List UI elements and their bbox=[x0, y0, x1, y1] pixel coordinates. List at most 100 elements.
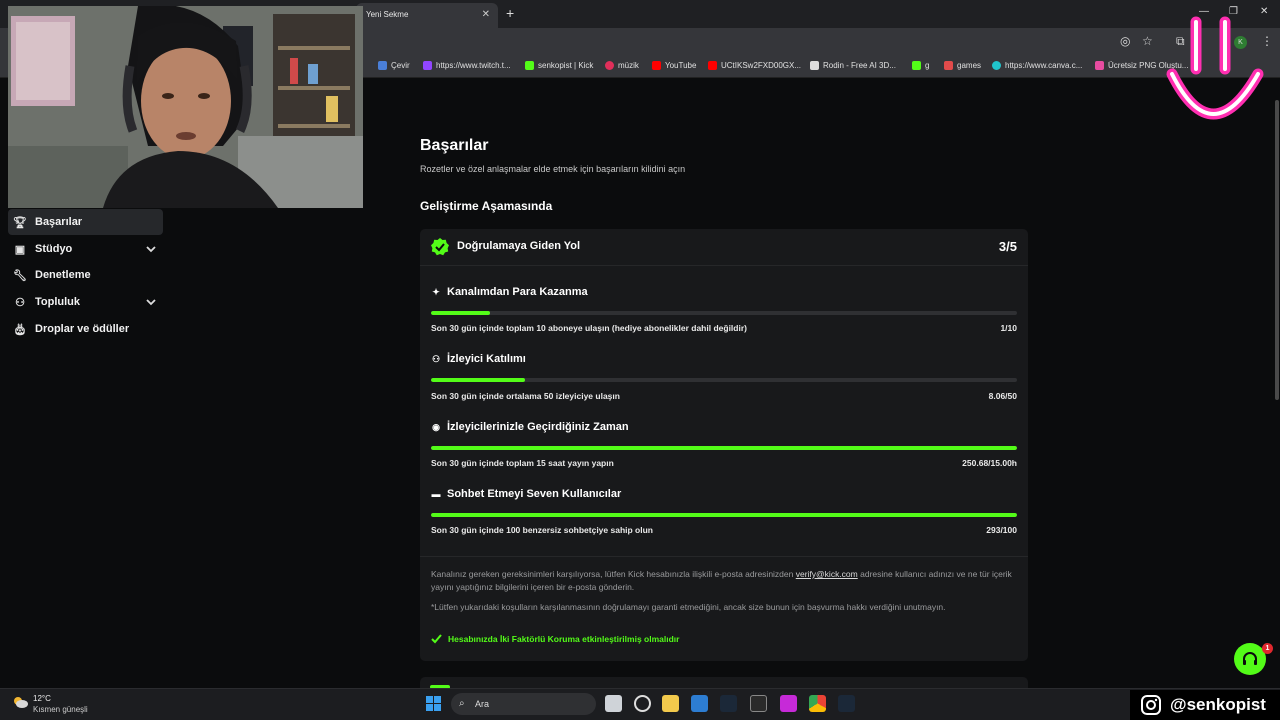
sidebar-item-label: Denetleme bbox=[35, 269, 91, 281]
bookmark-item[interactable]: müzik bbox=[605, 61, 639, 70]
disclaimer-note: *Lütfen yukarıdaki koşulların karşılanma… bbox=[431, 602, 946, 612]
verification-note: Kanalınız gereken gereksinimleri karşılı… bbox=[431, 569, 1012, 592]
file-explorer-icon[interactable] bbox=[662, 695, 679, 712]
progress-bar bbox=[431, 311, 1017, 315]
progress-bar bbox=[431, 513, 1017, 517]
sidebar-item-droplar[interactable]: 🎂︎ Droplar ve ödüller bbox=[8, 316, 163, 342]
requirement-value: 8.06/50 bbox=[988, 391, 1017, 401]
card-title: Doğrulamaya Giden Yol bbox=[457, 240, 581, 252]
requirement-title: ⚇ İzleyici Katılımı bbox=[431, 353, 526, 365]
checkmark-icon bbox=[431, 634, 442, 644]
chat-icon: ▬ bbox=[431, 489, 441, 499]
requirement-description: Son 30 gün içinde toplam 10 aboneye ulaş… bbox=[431, 323, 747, 333]
community-icon: ⚇ bbox=[15, 296, 25, 309]
verify-email-link[interactable]: verify@kick.com bbox=[796, 569, 858, 579]
progress-fill bbox=[431, 513, 1017, 517]
taskbar-search-input[interactable]: ⌕ Ara bbox=[451, 693, 596, 715]
webcam-video bbox=[8, 6, 363, 208]
progress-bar bbox=[431, 378, 1017, 382]
bookmark-item[interactable]: https://www.canva.c... bbox=[992, 61, 1082, 70]
bookmark-item[interactable]: YouTube bbox=[652, 61, 696, 70]
sidebar-item-basarilar[interactable]: 🏆︎ Başarılar bbox=[8, 209, 163, 235]
browser-tab[interactable]: Yeni Sekme ✕ bbox=[356, 3, 498, 28]
star-icon[interactable]: ☆ bbox=[1142, 34, 1153, 48]
translate-icon bbox=[378, 61, 387, 70]
png-icon bbox=[1095, 61, 1104, 70]
sidebar-item-label: Başarılar bbox=[35, 216, 83, 228]
requirement-description: Son 30 gün içinde toplam 15 saat yayın y… bbox=[431, 458, 614, 468]
broadcast-icon: ◉ bbox=[432, 421, 440, 432]
steam-icon[interactable] bbox=[720, 695, 737, 712]
close-tab-icon[interactable]: ✕ bbox=[482, 9, 490, 20]
youtube-icon bbox=[708, 61, 717, 70]
requirement-description: Son 30 gün içinde ortalama 50 izleyiciye… bbox=[431, 391, 620, 401]
cake-icon: 🎂︎ bbox=[13, 323, 27, 336]
sidebar-item-topluluk[interactable]: ⚇ Topluluk bbox=[8, 289, 163, 315]
requirement-title: ▬ Sohbet Etmeyi Seven Kullanıcılar bbox=[431, 488, 622, 500]
progress-fill bbox=[431, 378, 526, 382]
task-view-icon[interactable] bbox=[605, 695, 622, 712]
instagram-handle: @senkopist bbox=[1170, 695, 1266, 714]
kick-icon bbox=[525, 61, 534, 70]
verified-badge-icon bbox=[431, 238, 449, 256]
bookmark-item[interactable]: senkopist | Kick bbox=[525, 61, 593, 70]
scrollbar[interactable] bbox=[1275, 100, 1279, 400]
chrome-icon[interactable] bbox=[809, 695, 826, 712]
progress-fill bbox=[431, 446, 1017, 450]
epic-games-icon[interactable] bbox=[750, 695, 767, 712]
weather-temperature: 12°C bbox=[33, 694, 51, 703]
requirement-title: ✦ Kanalımdan Para Kazanma bbox=[432, 286, 588, 298]
requirement-value: 293/100 bbox=[986, 525, 1017, 535]
discord-icon[interactable] bbox=[634, 695, 651, 712]
requirement-value: 250.68/15.00h bbox=[962, 458, 1017, 468]
section-heading: Geliştirme Aşamasında bbox=[420, 199, 553, 213]
youtube-icon bbox=[652, 61, 661, 70]
progress-bar bbox=[431, 446, 1017, 450]
kick-icon bbox=[912, 61, 921, 70]
store-icon[interactable] bbox=[691, 695, 708, 712]
notification-badge: 1 bbox=[1262, 643, 1273, 654]
page-title: Başarılar bbox=[420, 137, 489, 154]
sidebar-item-denetleme[interactable]: 🔧︎ Denetleme bbox=[8, 262, 163, 288]
sidebar-item-studyo[interactable]: ▣ Stüdyo bbox=[8, 236, 163, 262]
sidebar-item-label: Stüdyo bbox=[35, 243, 73, 255]
trophy-icon: 🏆︎ bbox=[13, 216, 27, 229]
bookmark-item[interactable]: https://www.twitch.t... bbox=[423, 61, 511, 70]
chevron-down-icon[interactable] bbox=[145, 296, 157, 308]
two-factor-requirement: Hesabınızda İki Faktörlü Koruma etkinleş… bbox=[431, 634, 679, 644]
bookmark-item[interactable]: games bbox=[944, 61, 981, 70]
tab-title: Yeni Sekme bbox=[366, 10, 409, 19]
eye-off-icon[interactable]: ◎ bbox=[1120, 34, 1130, 48]
chevron-down-icon[interactable] bbox=[145, 243, 157, 255]
card-progress-count: 3/5 bbox=[998, 239, 1017, 254]
new-tab-icon[interactable]: + bbox=[506, 5, 514, 21]
webcam-overlay bbox=[8, 6, 363, 208]
weather-description: Kısmen güneşli bbox=[33, 705, 88, 714]
app-icon[interactable] bbox=[780, 695, 797, 712]
windows-start-icon[interactable] bbox=[426, 696, 441, 716]
divider bbox=[420, 556, 1028, 557]
studio-icon: ▣ bbox=[14, 243, 26, 256]
bookmark-item[interactable]: UCtIKSw2FXD00GX... bbox=[708, 61, 801, 70]
instagram-icon bbox=[1141, 695, 1161, 715]
search-icon: ⌕ bbox=[459, 698, 465, 709]
requirement-title: ◉ İzleyicilerinizle Geçirdiğiniz Zaman bbox=[432, 421, 629, 433]
sidebar-item-label: Topluluk bbox=[35, 296, 81, 308]
requirement-description: Son 30 gün içinde 100 benzersiz sohbetçi… bbox=[431, 525, 654, 535]
bookmark-item[interactable]: g bbox=[912, 61, 929, 70]
page-subtitle: Rozetler ve özel anlaşmalar elde etmek i… bbox=[420, 164, 686, 174]
sparkle-icon: ✦ bbox=[432, 286, 440, 297]
headset-icon bbox=[1243, 652, 1257, 665]
bookmark-item[interactable]: Rodin - Free AI 3D... bbox=[810, 61, 896, 70]
card-header: Doğrulamaya Giden Yol 3/5 bbox=[420, 229, 1028, 266]
kick-smile-overlay-logo bbox=[1166, 16, 1264, 120]
rodin-icon bbox=[810, 61, 819, 70]
instagram-overlay: @senkopist bbox=[1130, 690, 1280, 720]
music-icon bbox=[605, 61, 614, 70]
weather-icon[interactable] bbox=[12, 695, 28, 709]
viewers-icon: ⚇ bbox=[431, 353, 441, 364]
progress-fill bbox=[431, 311, 490, 315]
steam-icon[interactable] bbox=[838, 695, 855, 712]
bookmark-item[interactable]: Çevir bbox=[378, 61, 410, 70]
wrench-icon: 🔧︎ bbox=[13, 269, 27, 282]
